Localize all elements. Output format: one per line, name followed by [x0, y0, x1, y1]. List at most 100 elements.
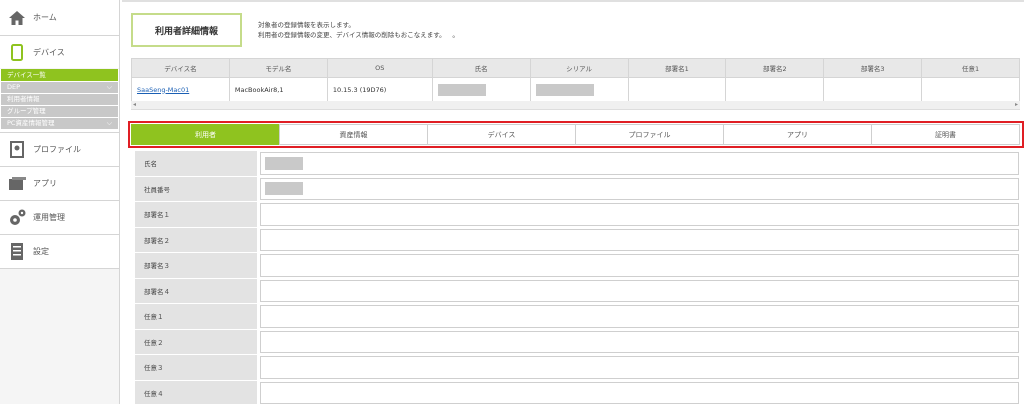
cell-os: 10.15.3 (19D76) — [326, 77, 433, 102]
profile-icon — [8, 141, 26, 159]
cell-dept3 — [823, 77, 923, 102]
user-detail-form: 氏名 社員番号 部署名１ 部署名２ 部署名３ 部署名４ 任意１ 任意２ 任意３ … — [135, 151, 1019, 404]
sidebar-item-label: デバイス一覧 — [7, 71, 46, 79]
column-header[interactable]: OS — [326, 58, 433, 78]
column-header[interactable]: 部署名3 — [823, 58, 923, 78]
sidebar-item-label: PC資産情報管理 — [7, 119, 55, 127]
app-icon — [8, 175, 26, 193]
form-row: 任意２ — [135, 329, 1019, 355]
field-label: 任意３ — [135, 355, 257, 381]
sidebar-item-dep[interactable]: DEP ⌵ — [1, 82, 118, 93]
cell-optional1 — [921, 77, 1020, 102]
top-divider — [122, 0, 1024, 2]
page-description: 対象者の登録情報を表示します。 利用者の登録情報の変更、デバイス情報の削除もおこ… — [258, 20, 459, 40]
tab-user[interactable]: 利用者 — [131, 124, 280, 145]
name-field[interactable] — [260, 152, 1019, 175]
table-row: SaaSeng-Mac01 MacBookAir8,1 10.15.3 (19D… — [131, 77, 1020, 102]
dept3-field[interactable] — [260, 254, 1019, 277]
form-row: 部署名４ — [135, 278, 1019, 304]
field-label: 部署名１ — [135, 202, 257, 228]
tab-app[interactable]: アプリ — [723, 124, 872, 145]
nav-ops[interactable]: 運用管理 — [0, 201, 119, 235]
optional3-field[interactable] — [260, 356, 1019, 379]
dept1-field[interactable] — [260, 203, 1019, 226]
field-label: 部署名２ — [135, 227, 257, 253]
form-row: 任意４ — [135, 380, 1019, 404]
field-label: 任意１ — [135, 304, 257, 330]
sidebar-item-label: DEP — [7, 83, 21, 91]
scroll-left-icon[interactable]: ◂ — [133, 101, 136, 108]
sidebar-item-pc-asset[interactable]: PC資産情報管理 ⌵ — [1, 118, 118, 129]
optional1-field[interactable] — [260, 305, 1019, 328]
field-label: 部署名４ — [135, 278, 257, 304]
chevron-down-icon: ⌵ — [106, 83, 112, 91]
nav-app-label: アプリ — [33, 179, 57, 188]
home-icon — [8, 9, 26, 27]
optional2-field[interactable] — [260, 330, 1019, 353]
employee-number-field[interactable] — [260, 177, 1019, 200]
column-header[interactable]: 部署名2 — [725, 58, 825, 78]
nav-home-label: ホーム — [33, 13, 57, 22]
optional4-field[interactable] — [260, 381, 1019, 404]
smartphone-icon — [8, 43, 26, 61]
nav-profile[interactable]: プロファイル — [0, 133, 119, 167]
nav-device-label: デバイス — [33, 47, 65, 57]
nav-settings[interactable]: 設定 — [0, 235, 119, 269]
form-row: 任意１ — [135, 304, 1019, 330]
masked-value — [265, 156, 303, 170]
field-label: 任意２ — [135, 329, 257, 355]
scroll-right-icon[interactable]: ▸ — [1015, 101, 1018, 108]
settings-doc-icon — [8, 243, 26, 261]
tab-profile[interactable]: プロファイル — [575, 124, 724, 145]
column-header[interactable]: 氏名 — [431, 58, 531, 78]
nav-profile-label: プロファイル — [33, 145, 81, 154]
sidebar-item-label: 利用者情報 — [7, 95, 40, 103]
tab-asset-info[interactable]: 資産情報 — [279, 124, 428, 145]
nav-device[interactable]: デバイス — [0, 36, 119, 68]
column-header[interactable]: 部署名1 — [627, 58, 727, 78]
cell-serial — [529, 77, 629, 102]
form-row: 部署名２ — [135, 227, 1019, 253]
column-header[interactable]: 任意1 — [921, 58, 1020, 78]
field-label: 社員番号 — [135, 176, 257, 202]
tab-bar: 利用者 資産情報 デバイス プロファイル アプリ 証明書 — [131, 124, 1020, 145]
nav-ops-label: 運用管理 — [33, 213, 65, 222]
page-title: 利用者詳細情報 — [131, 13, 242, 47]
device-name-link[interactable]: SaaSeng-Mac01 — [137, 86, 189, 94]
masked-value — [265, 182, 303, 196]
description-dot: 。 — [452, 31, 459, 39]
dept2-field[interactable] — [260, 228, 1019, 251]
form-row: 部署名３ — [135, 253, 1019, 279]
sidebar-item-group[interactable]: グループ管理 — [1, 106, 118, 117]
gear-icon — [8, 209, 26, 227]
cell-dept1 — [627, 77, 727, 102]
form-row: 氏名 — [135, 151, 1019, 177]
column-header[interactable]: デバイス名 — [131, 58, 230, 78]
cell-model: MacBookAir8,1 — [228, 77, 328, 102]
sidebar-item-user-info[interactable]: 利用者情報 — [1, 94, 118, 105]
tab-device[interactable]: デバイス — [427, 124, 576, 145]
description-line-1: 対象者の登録情報を表示します。 — [258, 21, 355, 29]
device-table: デバイス名 モデル名 OS 氏名 シリアル 部署名1 部署名2 部署名3 任意1… — [131, 58, 1020, 102]
horizontal-scrollbar[interactable]: ◂ ▸ — [131, 101, 1020, 110]
form-row: 社員番号 — [135, 176, 1019, 202]
field-label: 部署名３ — [135, 253, 257, 279]
field-label: 任意４ — [135, 380, 257, 404]
form-row: 部署名１ — [135, 202, 1019, 228]
sidebar-item-device-list[interactable]: デバイス一覧 — [1, 69, 118, 81]
masked-value — [535, 83, 594, 96]
sidebar-item-label: グループ管理 — [7, 107, 46, 115]
table-header-row: デバイス名 モデル名 OS 氏名 シリアル 部署名1 部署名2 部署名3 任意1 — [131, 58, 1020, 78]
column-header[interactable]: シリアル — [529, 58, 629, 78]
dept4-field[interactable] — [260, 279, 1019, 302]
masked-value — [437, 83, 486, 96]
nav-settings-label: 設定 — [33, 247, 49, 256]
column-header[interactable]: モデル名 — [228, 58, 328, 78]
cell-name — [431, 77, 531, 102]
tab-certificate[interactable]: 証明書 — [871, 124, 1020, 145]
nav-app[interactable]: アプリ — [0, 167, 119, 201]
nav-home[interactable]: ホーム — [0, 0, 119, 36]
sidebar: ホーム デバイス デバイス一覧 DEP ⌵ 利用者情報 グループ管理 PC資産情… — [0, 0, 120, 404]
device-submenu: デバイス一覧 DEP ⌵ 利用者情報 グループ管理 PC資産情報管理 ⌵ — [0, 69, 119, 133]
cell-device-name: SaaSeng-Mac01 — [131, 77, 230, 102]
